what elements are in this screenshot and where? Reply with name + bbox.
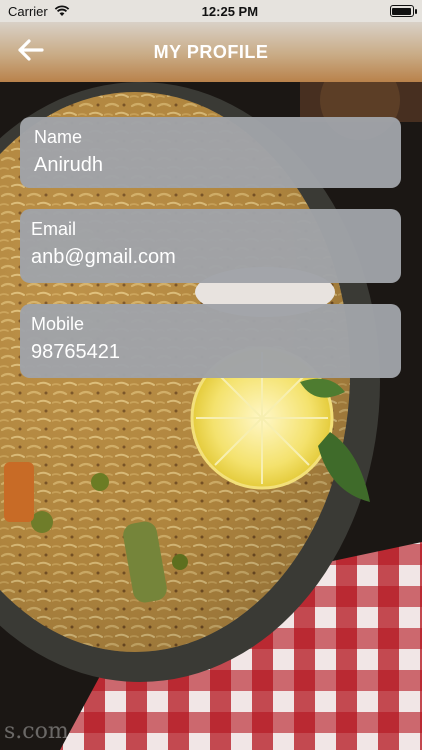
email-value[interactable]: anb@gmail.com [31,245,391,269]
mobile-field-card: Mobile 98765421 [20,304,401,378]
status-left: Carrier [8,4,70,19]
arrow-left-icon [16,38,44,67]
name-label: Name [34,127,83,147]
mobile-label: Mobile [31,314,85,334]
battery-icon [389,5,417,17]
page-title: MY PROFILE [153,41,269,62]
status-bar: Carrier 12:25 PM [0,0,422,22]
watermark: s.com [4,719,69,744]
back-button[interactable] [14,36,46,68]
email-label: Email [31,219,77,239]
carrier-label: Carrier [8,3,48,19]
nav-header: MY PROFILE [0,22,422,82]
name-field-card: Name Anirudh [20,117,401,188]
wifi-icon [54,5,70,17]
battery-fill [392,7,412,15]
status-time: 12:25 PM [201,3,259,19]
mobile-value[interactable]: 98765421 [31,340,391,364]
email-field-card: Email anb@gmail.com [20,209,401,283]
name-value[interactable]: Anirudh [34,153,391,177]
